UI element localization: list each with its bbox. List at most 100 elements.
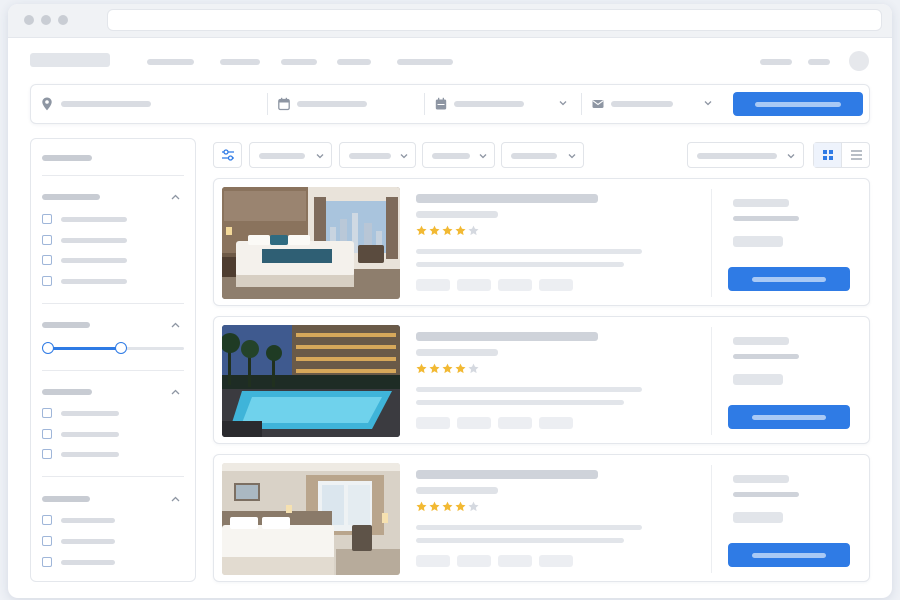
chevron-up-icon[interactable] [171,389,180,395]
location-placeholder [61,101,151,107]
price-slider-handle-low[interactable] [42,342,54,354]
search-button-label [755,102,841,107]
window-dot-close[interactable] [24,15,34,25]
star-filled-icon [429,501,440,512]
filter-option-label [61,539,115,544]
sidebar-divider [42,476,184,477]
price-slider-handle-high[interactable] [115,342,128,354]
sort-label [697,153,777,159]
chevron-up-icon[interactable] [171,322,180,328]
book-button[interactable] [728,543,850,567]
filter-checkbox[interactable] [42,429,52,439]
filter-chip-label [511,153,557,159]
listing-title[interactable] [416,332,598,341]
amenity-tag [457,279,491,291]
nav-item-1[interactable] [147,59,194,65]
logo[interactable] [30,53,110,67]
listing-description [416,525,642,530]
star-filled-icon [429,363,440,374]
filter-checkbox[interactable] [42,515,52,525]
chevron-up-icon[interactable] [171,496,180,502]
filter-checkbox[interactable] [42,557,52,567]
filter-checkbox[interactable] [42,255,52,265]
map-pin-icon [42,97,52,111]
filter-checkbox[interactable] [42,536,52,546]
filter-chip-3[interactable] [422,142,495,168]
envelope-icon [592,100,604,108]
listing-card[interactable] [213,316,870,444]
guests-field[interactable] [582,85,722,123]
price-slider-fill [48,347,122,350]
book-button-label [752,415,826,420]
nav-item-2[interactable] [220,59,260,65]
star-empty-icon [468,363,479,374]
price-note [733,512,783,523]
nav-item-3[interactable] [281,59,317,65]
filter-option-label [61,432,119,437]
filter-chip-4[interactable] [501,142,584,168]
amenity-tag [498,417,532,429]
filter-checkbox[interactable] [42,449,52,459]
calendar-icon [278,97,290,111]
price-value [733,492,799,497]
filter-option-label [61,411,119,416]
search-button[interactable] [733,92,863,116]
checkout-date-field[interactable] [425,85,581,123]
listing-description [416,249,642,254]
book-button[interactable] [728,267,850,291]
address-bar[interactable] [107,9,882,31]
nav-link-account[interactable] [760,59,792,65]
filter-chip-1[interactable] [249,142,332,168]
chevron-down-icon [704,101,712,106]
star-empty-icon [468,225,479,236]
star-filled-icon [442,363,453,374]
star-filled-icon [442,225,453,236]
listing-location [416,487,498,494]
price-note [733,236,783,247]
listing-image-hotel-room-bright[interactable] [222,463,400,575]
star-filled-icon [416,363,427,374]
filter-checkbox[interactable] [42,235,52,245]
filter-checkbox[interactable] [42,214,52,224]
list-view-button[interactable] [842,143,870,167]
filter-chip-2[interactable] [339,142,416,168]
chevron-down-icon [400,154,408,159]
avatar[interactable] [849,51,869,71]
date-field[interactable] [268,85,424,123]
window-dot-maximize[interactable] [58,15,68,25]
listing-description [416,262,624,267]
sort-dropdown[interactable] [687,142,804,168]
listing-location [416,211,498,218]
filter-group-1-title [42,194,100,200]
listing-title[interactable] [416,194,598,203]
listing-image-hotel-pool-night[interactable] [222,325,400,437]
nav-link-help[interactable] [808,59,830,65]
price-label [733,199,789,207]
chevron-up-icon[interactable] [171,194,180,200]
filter-sidebar-title [42,155,92,161]
filter-settings-button[interactable] [213,142,242,168]
chevron-down-icon [559,101,567,106]
grid-view-button[interactable] [814,143,842,167]
nav-item-4[interactable] [337,59,371,65]
listing-card[interactable] [213,178,870,306]
filter-chip-label [349,153,391,159]
location-field[interactable] [31,85,267,123]
listing-image-hotel-room-city-view[interactable] [222,187,400,299]
amenity-tag [539,279,573,291]
nav-item-5[interactable] [397,59,453,65]
filter-group-3-title [42,389,92,395]
listing-card[interactable] [213,454,870,582]
star-rating [416,225,479,237]
listing-title[interactable] [416,470,598,479]
window-dot-minimize[interactable] [41,15,51,25]
book-button[interactable] [728,405,850,429]
filter-checkbox[interactable] [42,276,52,286]
sliders-icon [222,149,234,161]
filter-checkbox[interactable] [42,408,52,418]
listing-location [416,349,498,356]
star-filled-icon [442,501,453,512]
amenity-tag [457,555,491,567]
star-rating [416,501,479,513]
price-label [733,475,789,483]
